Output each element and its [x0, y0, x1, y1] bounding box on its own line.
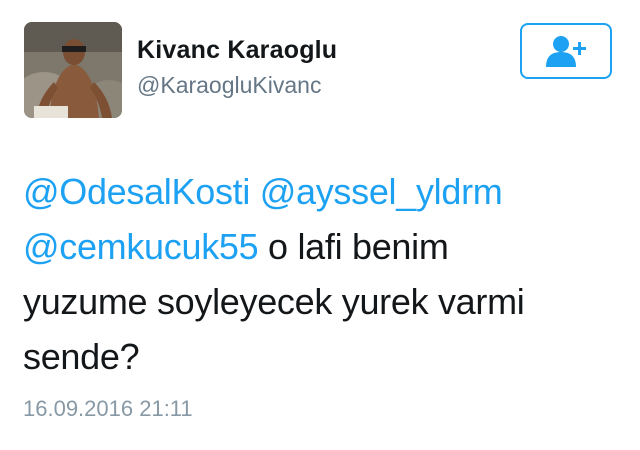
mention-link[interactable]: @cemkucuk55: [23, 226, 259, 267]
tweet-body-text: yuzume soyleyecek yurek varmi: [23, 281, 525, 322]
user-handle[interactable]: @KaraogluKivanc: [137, 72, 321, 99]
tweet-timestamp[interactable]: 16.09.2016 21:11: [23, 396, 193, 422]
tweet-body-text: sende?: [23, 336, 140, 377]
display-name[interactable]: Kivanc Karaoglu: [137, 36, 337, 65]
avatar[interactable]: [24, 22, 122, 118]
tweet-card: Kivanc Karaoglu @KaraogluKivanc @OdesalK…: [0, 0, 640, 450]
mention-link[interactable]: @OdesalKosti: [23, 171, 250, 212]
add-user-icon: [546, 36, 586, 67]
tweet-text: @OdesalKosti @ayssel_yldrm @cemkucuk55 o…: [23, 164, 613, 384]
profile-photo-icon: [24, 22, 122, 118]
tweet-body-text: o lafi benim: [258, 226, 449, 267]
follow-button[interactable]: [520, 23, 612, 79]
mention-link[interactable]: @ayssel_yldrm: [260, 171, 503, 212]
